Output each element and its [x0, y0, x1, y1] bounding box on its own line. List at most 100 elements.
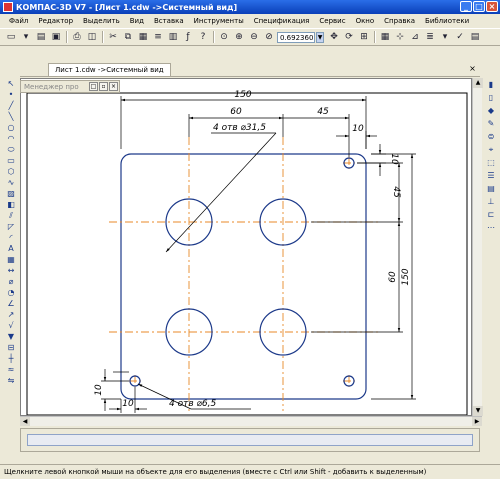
horizontal-scrollbar[interactable]: ◀ ▶ [20, 416, 482, 426]
document-tab[interactable]: Лист 1.cdw ->Системный вид [48, 63, 171, 76]
scroll-right-icon[interactable]: ▶ [472, 417, 482, 426]
manager-panel[interactable]: Менеджер про □ ▫ × [20, 80, 120, 93]
zoom-scale-icon[interactable]: ⊘ [262, 30, 276, 44]
menu-help[interactable]: Справка [379, 17, 420, 25]
fillet-icon[interactable]: ◜ [4, 232, 18, 243]
table-icon[interactable]: ▦ [4, 254, 18, 265]
spec-panel-icon[interactable]: ☰ [484, 169, 498, 182]
refresh-icon[interactable]: ⟳ [342, 30, 356, 44]
zoom-in-icon[interactable]: ⊕ [232, 30, 246, 44]
menu-window[interactable]: Окно [351, 17, 380, 25]
new-document-icon[interactable]: ▭ [4, 30, 18, 44]
grid-icon[interactable]: ▦ [378, 30, 392, 44]
view-manager-icon[interactable]: ▤ [468, 30, 482, 44]
zoom-input[interactable]: 0.692360 [277, 31, 315, 43]
circle-icon[interactable]: ○ [4, 122, 18, 133]
symbols-panel-icon[interactable]: ◆ [484, 104, 498, 117]
preview-icon[interactable]: ◫ [85, 30, 99, 44]
copy-icon[interactable]: ⧉ [121, 30, 135, 44]
ellipse-icon[interactable]: ⬭ [4, 144, 18, 155]
constraints-icon[interactable]: ⊏ [484, 208, 498, 221]
minimize-button[interactable]: _ [460, 1, 472, 12]
tolerance-icon[interactable]: ⊟ [4, 342, 18, 353]
collapse-icon[interactable]: ⋯ [484, 221, 498, 234]
chamfer-icon[interactable]: ◸ [4, 221, 18, 232]
linear-dim-icon[interactable]: ↔ [4, 265, 18, 276]
menu-libraries[interactable]: Библиотеки [420, 17, 474, 25]
cut-icon[interactable]: ✂ [106, 30, 120, 44]
properties-field[interactable] [27, 434, 473, 446]
new-dropdown-icon[interactable]: ▾ [19, 30, 33, 44]
spline-icon[interactable]: ∿ [4, 177, 18, 188]
menu-editor[interactable]: Редактор [33, 17, 78, 25]
geometry-panel-icon[interactable]: ▮ [484, 78, 498, 91]
rectangle-icon[interactable]: ▭ [4, 155, 18, 166]
menu-specification[interactable]: Спецификация [249, 17, 315, 25]
menu-service[interactable]: Сервис [314, 17, 350, 25]
ortho-icon[interactable]: ⊿ [408, 30, 422, 44]
snap-icon[interactable]: ⊹ [393, 30, 407, 44]
aux-line-icon[interactable]: ╱ [4, 100, 18, 111]
zoom-out-icon[interactable]: ⊖ [247, 30, 261, 44]
menu-view[interactable]: Вид [125, 17, 149, 25]
layers-icon[interactable]: ≣ [423, 30, 437, 44]
vertical-scrollbar[interactable]: ▲ ▼ [472, 78, 483, 416]
arc-icon[interactable]: ◠ [4, 133, 18, 144]
align-icon[interactable]: ⊥ [484, 195, 498, 208]
dimensions-panel-icon[interactable]: ▯ [484, 91, 498, 104]
show-all-icon[interactable]: ⊞ [357, 30, 371, 44]
zoom-window-icon[interactable]: ⊙ [217, 30, 231, 44]
variables-icon[interactable]: ▥ [166, 30, 180, 44]
scroll-left-icon[interactable]: ◀ [20, 417, 30, 426]
text-icon[interactable]: A [4, 243, 18, 254]
select-panel-icon[interactable]: ⬚ [484, 156, 498, 169]
help-icon[interactable]: ? [196, 30, 210, 44]
panel-restore-button[interactable]: ▫ [99, 82, 108, 91]
check-icon[interactable]: ✓ [453, 30, 467, 44]
menu-file[interactable]: Файл [4, 17, 33, 25]
print-icon[interactable]: ⎙ [70, 30, 84, 44]
measure-icon[interactable]: ⌖ [484, 143, 498, 156]
save-icon[interactable]: ▣ [49, 30, 63, 44]
layer-dropdown-icon[interactable]: ▾ [438, 30, 452, 44]
break-icon[interactable]: ≈ [4, 364, 18, 375]
tab-close-icon[interactable]: × [467, 63, 478, 74]
polygon-icon[interactable]: ⬡ [4, 166, 18, 177]
drawing-canvas[interactable]: 150 60 45 10 10 45 60 150 10 10 4 отв ⌀3… [20, 78, 472, 416]
select-tool-icon[interactable]: ↖ [4, 78, 18, 89]
radius-dim-icon[interactable]: ◔ [4, 287, 18, 298]
segment-icon[interactable]: ╲ [4, 111, 18, 122]
paste-icon[interactable]: ▦ [136, 30, 150, 44]
menu-tools[interactable]: Инструменты [189, 17, 249, 25]
contour-icon[interactable]: ◧ [4, 199, 18, 210]
close-button[interactable]: × [486, 1, 498, 12]
menu-insert[interactable]: Вставка [149, 17, 189, 25]
diameter-dim-icon[interactable]: ⌀ [4, 276, 18, 287]
dim-hole-spacing-v: 60 [388, 271, 398, 283]
roughness-icon[interactable]: √ [4, 320, 18, 331]
edit-panel-icon[interactable]: ✎ [484, 117, 498, 130]
leader-icon[interactable]: ↗ [4, 309, 18, 320]
pan-icon[interactable]: ✥ [327, 30, 341, 44]
menu-select[interactable]: Выделить [78, 17, 125, 25]
open-icon[interactable]: ▤ [34, 30, 48, 44]
zoom-dropdown[interactable]: ▼ [316, 31, 324, 43]
hatch-icon[interactable]: ▨ [4, 188, 18, 199]
dim-right-offset: 45 [317, 107, 329, 117]
maximize-button[interactable]: □ [473, 1, 485, 12]
axis-icon[interactable]: ┼ [4, 353, 18, 364]
reports-icon[interactable]: ▤ [484, 182, 498, 195]
scroll-up-icon[interactable]: ▲ [473, 78, 483, 88]
properties-icon[interactable]: ≡ [151, 30, 165, 44]
mirror-icon[interactable]: ⇋ [4, 375, 18, 386]
angle-dim-icon[interactable]: ∠ [4, 298, 18, 309]
dimension-texts: 150 60 45 10 10 45 60 150 10 10 4 отв ⌀3… [94, 90, 411, 409]
equidistant-icon[interactable]: ⫽ [4, 210, 18, 221]
panel-dock-button[interactable]: □ [89, 82, 98, 91]
point-tool-icon[interactable]: • [4, 89, 18, 100]
scroll-down-icon[interactable]: ▼ [473, 406, 483, 416]
panel-close-button[interactable]: × [109, 82, 118, 91]
parametrization-icon[interactable]: ⊜ [484, 130, 498, 143]
base-icon[interactable]: ▼ [4, 331, 18, 342]
function-icon[interactable]: ƒ [181, 30, 195, 44]
